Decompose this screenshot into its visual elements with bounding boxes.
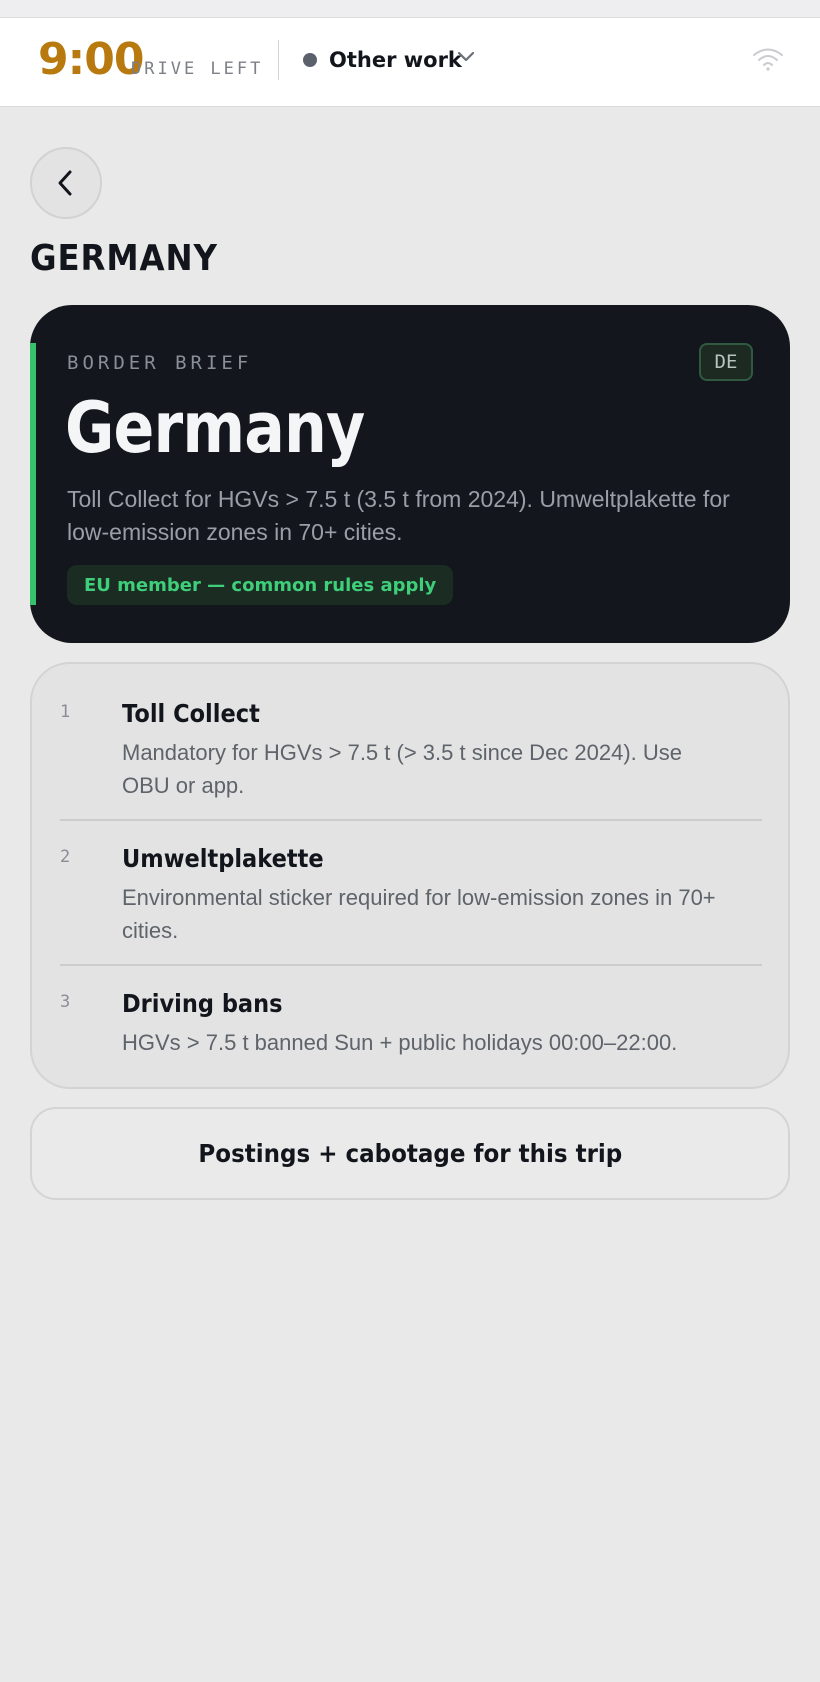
cta-label: Postings + cabotage for this trip xyxy=(198,1139,622,1168)
chevron-left-icon xyxy=(58,170,72,196)
back-button[interactable] xyxy=(30,147,102,219)
rule-description: HGVs > 7.5 t banned Sun + public holiday… xyxy=(122,1030,678,1055)
status-divider xyxy=(278,40,279,80)
brief-country-name: Germany xyxy=(65,387,365,469)
chevron-down-icon xyxy=(457,51,475,62)
rule-title: Umweltplakette xyxy=(122,844,324,873)
brief-summary: Toll Collect for HGVs > 7.5 t (3.5 t fro… xyxy=(67,486,730,545)
list-item: 3 Driving bans HGVs > 7.5 t banned Sun +… xyxy=(32,988,734,1068)
activity-label: Other work xyxy=(329,48,462,72)
brief-eyebrow: BORDER BRIEF xyxy=(67,352,253,374)
border-brief-card: BORDER BRIEF DE Germany Toll Collect for… xyxy=(30,305,790,643)
eu-member-badge: EU member — common rules apply xyxy=(67,565,454,605)
postings-cabotage-button[interactable]: Postings + cabotage for this trip xyxy=(30,1107,790,1200)
wifi-icon xyxy=(753,48,783,71)
drive-time-label: DRIVE LEFT xyxy=(131,59,264,79)
activity-status-dot xyxy=(303,53,317,67)
rule-divider xyxy=(60,964,762,966)
rule-number: 1 xyxy=(60,702,71,722)
rule-number: 3 xyxy=(60,992,71,1012)
rule-divider xyxy=(60,819,762,821)
drive-time-remaining: 9:00 xyxy=(38,34,144,85)
list-item: 1 Toll Collect Mandatory for HGVs > 7.5 … xyxy=(32,698,734,798)
rules-list: 1 Toll Collect Mandatory for HGVs > 7.5 … xyxy=(30,662,790,1089)
country-code-badge: DE xyxy=(699,343,753,381)
brief-accent-bar xyxy=(30,343,36,605)
rule-description: Environmental sticker required for low-e… xyxy=(122,885,716,943)
system-top-strip xyxy=(0,0,820,18)
page-title: GERMANY xyxy=(30,238,218,279)
list-item: 2 Umweltplakette Environmental sticker r… xyxy=(32,843,734,943)
rule-description: Mandatory for HGVs > 7.5 t (> 3.5 t sinc… xyxy=(122,740,683,798)
driver-status-bar: 9:00 DRIVE LEFT Other work xyxy=(0,18,820,107)
rule-title: Driving bans xyxy=(122,989,283,1018)
rule-title: Toll Collect xyxy=(122,699,260,728)
rule-number: 2 xyxy=(60,847,71,867)
